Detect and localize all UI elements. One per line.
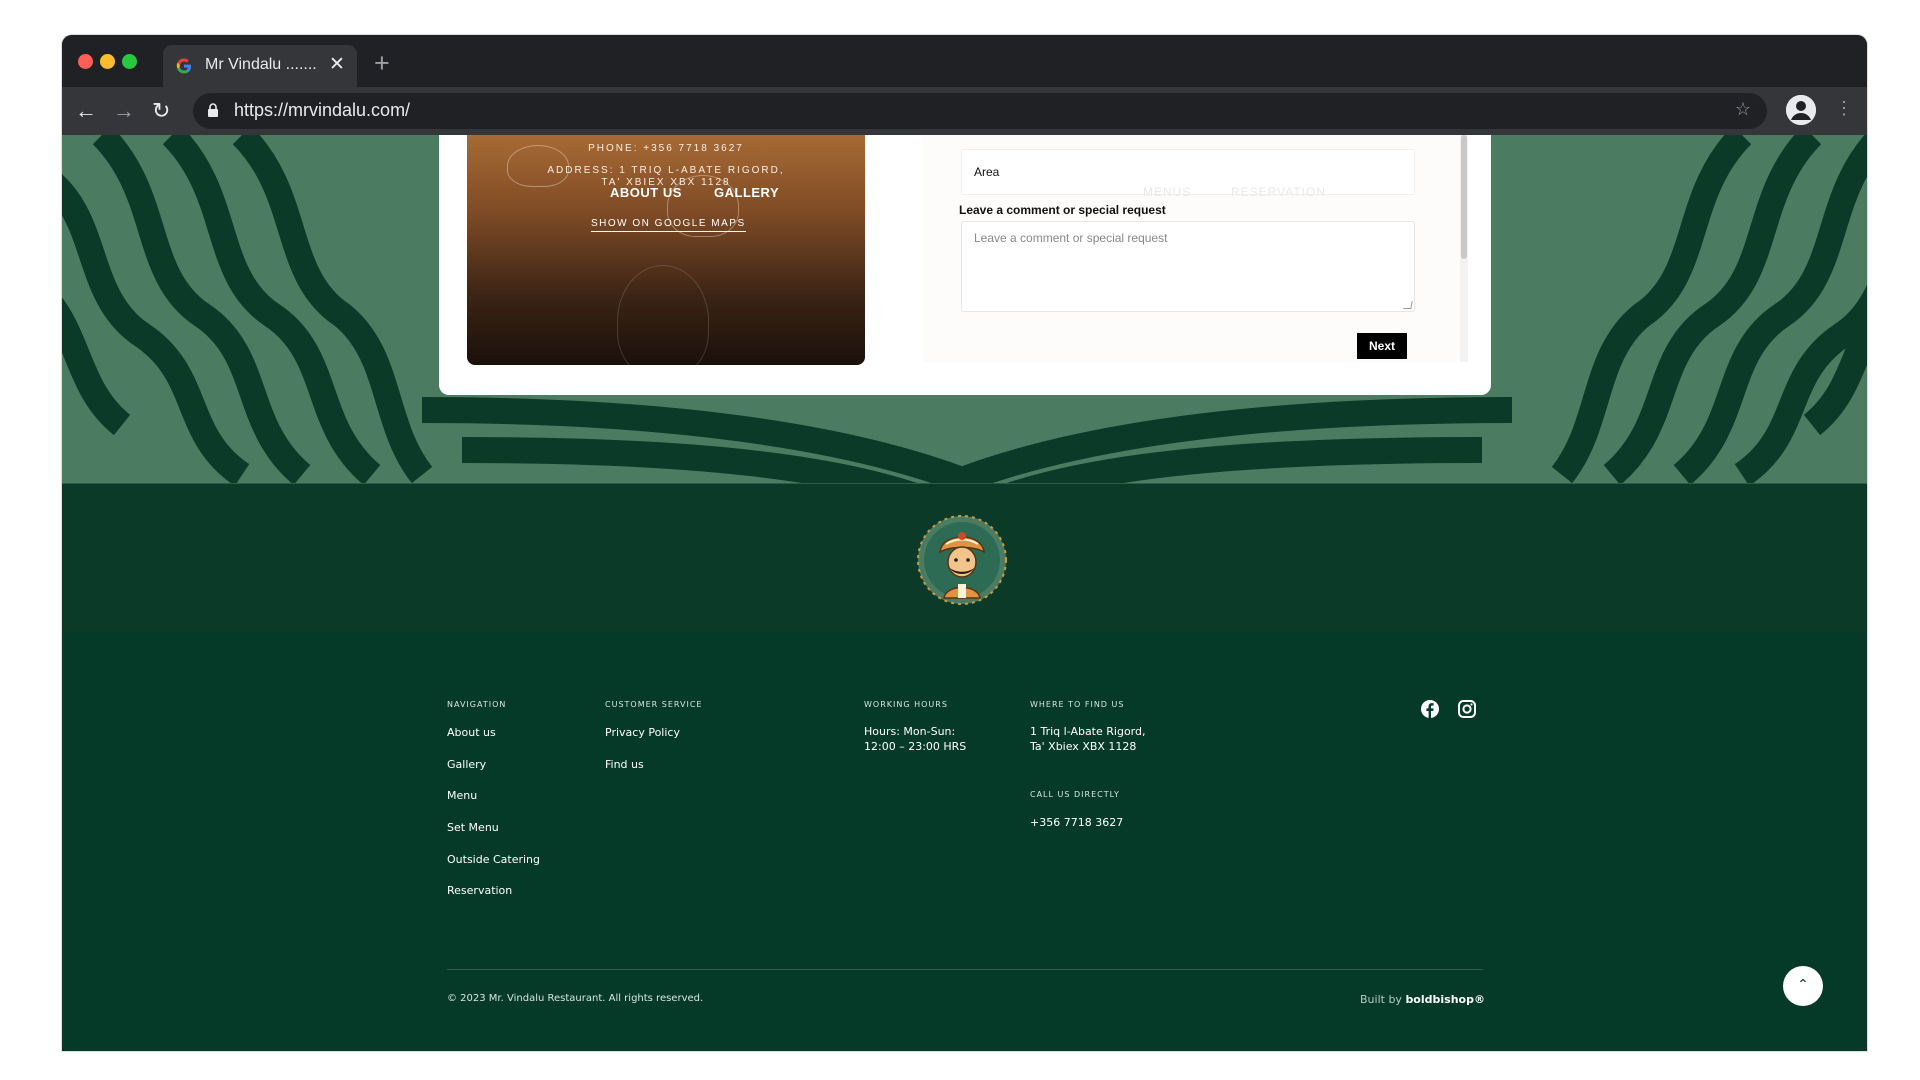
working-hours-line2: 12:00 – 23:00 HRS [864,740,967,753]
comment-label: Leave a comment or special request [959,203,1166,217]
faint-menus-text: MENUS [1143,185,1192,199]
footer-link-gallery[interactable]: Gallery [447,758,486,771]
restaurant-photo: PHONE: +356 7718 3627 ADDRESS: 1 TRIQ L-… [467,135,865,365]
customer-service-heading: CUSTOMER SERVICE [605,700,703,709]
tab-title: Mr Vindalu ....... [205,56,317,73]
footer-link-reservation[interactable]: Reservation [447,884,512,897]
info-address-line1: ADDRESS: 1 TRIQ L-ABATE RIGORD, [547,165,785,176]
navigation-heading: NAVIGATION [447,700,507,709]
instagram-icon[interactable] [1457,699,1477,719]
working-hours-heading: WORKING HOURS [864,700,948,709]
page-viewport: PHONE: +356 7718 3627 ADDRESS: 1 TRIQ L-… [62,135,1867,1051]
google-favicon-icon [176,58,191,74]
tab-bar: Mr Vindalu ....... ✕ + [62,35,1867,87]
find-us-heading: WHERE TO FIND US [1030,700,1125,709]
resize-handle-icon[interactable] [1403,301,1413,309]
built-by-name[interactable]: boldbishop® [1405,993,1485,1006]
logo-band [62,483,1867,633]
area-select-value: Area [974,165,1000,179]
footer-link-outside-catering[interactable]: Outside Catering [447,853,540,866]
form-scrollbar-thumb[interactable] [1461,135,1467,259]
footer-link-find-us[interactable]: Find us [605,758,644,771]
footer-divider [447,969,1483,970]
call-us-phone[interactable]: +356 7718 3627 [1030,815,1123,830]
find-us-line1: 1 Triq l-Abate Rigord, [1030,725,1146,738]
footer-link-privacy-policy[interactable]: Privacy Policy [605,726,680,739]
browser-toolbar: ← → ↻ https://mrvindalu.com/ ☆ ⋮ [62,87,1867,135]
scroll-to-top-button[interactable]: ⌃ [1783,966,1823,1006]
new-tab-button[interactable]: + [374,48,390,79]
footer-link-set-menu[interactable]: Set Menu [447,821,499,834]
photo-nav-gallery[interactable]: GALLERY [714,185,779,200]
comment-placeholder: Leave a comment or special request [974,231,1168,245]
built-by[interactable]: Built by boldbishop® [1360,993,1485,1006]
site-footer: NAVIGATION About us Gallery Menu Set Men… [62,632,1867,1051]
wine-glass-icon [617,265,709,365]
tab-mr-vindalu[interactable]: Mr Vindalu ....... ✕ [163,45,357,87]
close-window-button[interactable] [78,54,93,69]
browser-menu-icon[interactable]: ⋮ [1835,98,1853,119]
back-button[interactable]: ← [75,98,97,124]
url-text[interactable]: https://mrvindalu.com/ [234,100,410,121]
chevron-up-icon: ⌃ [1797,977,1809,993]
photo-nav-about[interactable]: ABOUT US [610,185,682,200]
working-hours-line1: Hours: Mon-Sun: [864,725,956,738]
reservation-form: Area MENUS RESERVATION Leave a comment o… [923,135,1461,362]
call-us-heading: CALL US DIRECTLY [1030,790,1120,799]
find-us-line2: Ta' Xbiex XBX 1128 [1030,740,1137,753]
tab-close-icon[interactable]: ✕ [329,53,345,76]
comment-textarea[interactable]: Leave a comment or special request [961,221,1415,312]
facebook-icon[interactable] [1420,699,1440,719]
profile-avatar-icon [1786,95,1816,125]
maximize-window-button[interactable] [122,54,137,69]
faint-reservation-text: RESERVATION [1231,185,1327,199]
bookmark-star-icon[interactable]: ☆ [1735,99,1751,120]
forward-button[interactable]: → [113,98,135,124]
built-by-prefix: Built by [1360,993,1402,1006]
lock-icon [208,103,218,117]
address-bar[interactable]: https://mrvindalu.com/ ☆ [193,93,1767,129]
reload-button[interactable]: ↻ [152,98,170,124]
footer-link-menu[interactable]: Menu [447,789,477,802]
browser-window: Mr Vindalu ....... ✕ + ← → ↻ https://mrv… [62,35,1867,1051]
footer-link-about[interactable]: About us [447,726,496,739]
google-maps-link[interactable]: SHOW ON GOOGLE MAPS [591,218,746,232]
info-phone: PHONE: +356 7718 3627 [588,143,744,154]
profile-icon[interactable] [1786,95,1816,125]
reservation-card: PHONE: +356 7718 3627 ADDRESS: 1 TRIQ L-… [439,135,1491,395]
next-button[interactable]: Next [1357,333,1407,359]
minimize-window-button[interactable] [100,54,115,69]
copyright-text: © 2023 Mr. Vindalu Restaurant. All right… [447,993,704,1004]
mr-vindalu-logo-icon[interactable] [912,510,1012,610]
